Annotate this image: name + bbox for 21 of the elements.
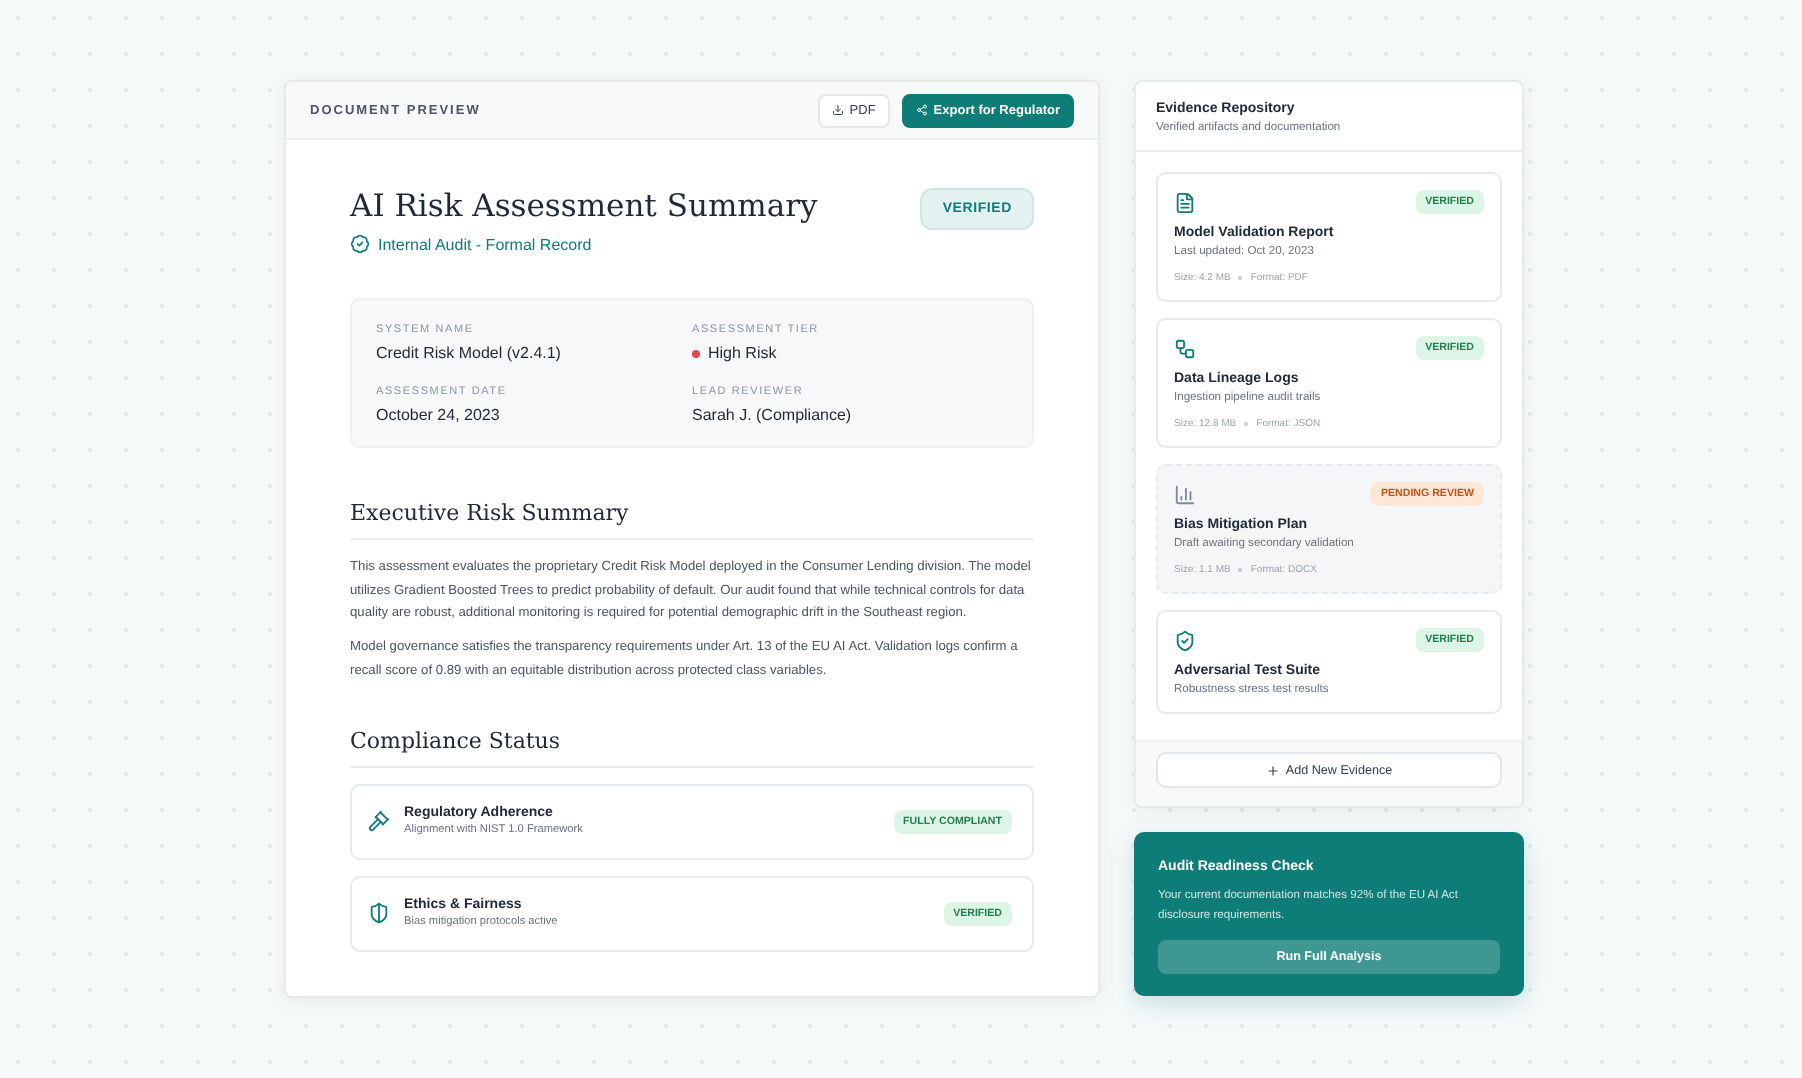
separator-dot — [1238, 276, 1243, 280]
shield-icon — [1174, 629, 1196, 651]
separator-dot — [1238, 568, 1243, 572]
section-heading: Compliance Status — [350, 727, 1034, 768]
info-value: Sarah J. (Compliance) — [692, 406, 852, 424]
section-heading: Executive Risk Summary — [350, 500, 1034, 540]
plus-icon — [1265, 763, 1280, 777]
document-subtitle: Internal Audit - Formal Record — [378, 235, 592, 253]
gavel-icon — [368, 810, 390, 833]
bar-chart-icon — [1174, 483, 1196, 505]
info-value: October 24, 2023 — [376, 406, 500, 424]
document-icon — [1174, 191, 1196, 213]
info-value: Credit Risk Model (v2.4.1) — [376, 344, 561, 362]
badge-check-icon — [350, 234, 370, 254]
info-value: High Risk — [708, 344, 777, 362]
share-icon — [915, 104, 928, 116]
download-icon — [831, 104, 844, 116]
document-title: AI Risk Assessment Summary — [350, 188, 818, 224]
shield-icon — [368, 902, 390, 925]
separator-dot — [1244, 422, 1249, 426]
flow-diagram-icon — [1174, 337, 1196, 359]
